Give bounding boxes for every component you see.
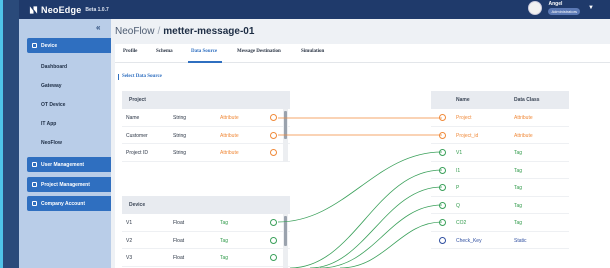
version-label: Beta 1.0.7 xyxy=(85,6,109,13)
sidebar-group-label: Device xyxy=(41,42,58,49)
mapping-wires xyxy=(277,117,443,268)
caret-down-icon[interactable]: ▼ xyxy=(588,5,594,11)
user-role-badge: Administrators xyxy=(548,8,581,15)
sidebar-group-label: Project Management xyxy=(41,181,90,188)
logo-icon xyxy=(29,5,38,14)
breadcrumb-root[interactable]: NeoFlow xyxy=(115,26,154,37)
user-menu[interactable]: Angel Administrators ▼ xyxy=(528,1,594,15)
sidebar-item-neoflow[interactable]: NeoFlow xyxy=(41,140,62,146)
sidebar-item-ot-device[interactable]: OT Device xyxy=(41,102,65,108)
sidebar-group-project-management[interactable]: Project Management ⌄ xyxy=(27,177,122,192)
top-bar: NeoEdge Beta 1.0.7 Angel Administrators … xyxy=(19,0,610,19)
sidebar xyxy=(19,19,111,268)
user-icon xyxy=(32,162,37,167)
sidebar-group-company-account[interactable]: Company Account ⌄ xyxy=(27,196,122,211)
page-title: NeoFlow / metter-message-01 xyxy=(115,26,254,37)
sidebar-group-user-management[interactable]: User Management ⌄ xyxy=(27,157,122,172)
left-edge-strip xyxy=(0,0,19,268)
sidebar-item-gateway[interactable]: Gateway xyxy=(41,83,62,89)
sidebar-item-dashboard[interactable]: Dashboard xyxy=(41,64,67,70)
collapse-sidebar-icon[interactable]: « xyxy=(96,23,100,32)
mapping-wire[interactable] xyxy=(277,151,443,223)
logo-text: NeoEdge xyxy=(41,4,82,15)
sidebar-group-label: User Management xyxy=(41,161,85,168)
sidebar-group-label: Company Account xyxy=(41,200,85,207)
sidebar-group-device[interactable]: Device ⌃ xyxy=(27,38,122,53)
mapping-wire[interactable] xyxy=(289,169,443,268)
device-icon xyxy=(32,43,37,48)
avatar[interactable] xyxy=(528,1,543,15)
data-source-panel: Profile Schema Data Source Message Desti… xyxy=(115,44,610,268)
flow-name: metter-message-01 xyxy=(163,26,255,37)
project-icon xyxy=(32,182,37,187)
mapping-wire[interactable] xyxy=(319,204,443,268)
main-content: NeoFlow / metter-message-01 Profile Schema… xyxy=(111,19,610,268)
sidebar-item-it-app[interactable]: IT App xyxy=(41,121,56,127)
mapping-wire[interactable] xyxy=(309,186,443,268)
breadcrumb-separator: / xyxy=(157,26,161,37)
logo[interactable]: NeoEdge Beta 1.0.7 xyxy=(29,5,109,15)
user-name: Angel xyxy=(548,1,563,7)
company-icon xyxy=(32,201,37,206)
